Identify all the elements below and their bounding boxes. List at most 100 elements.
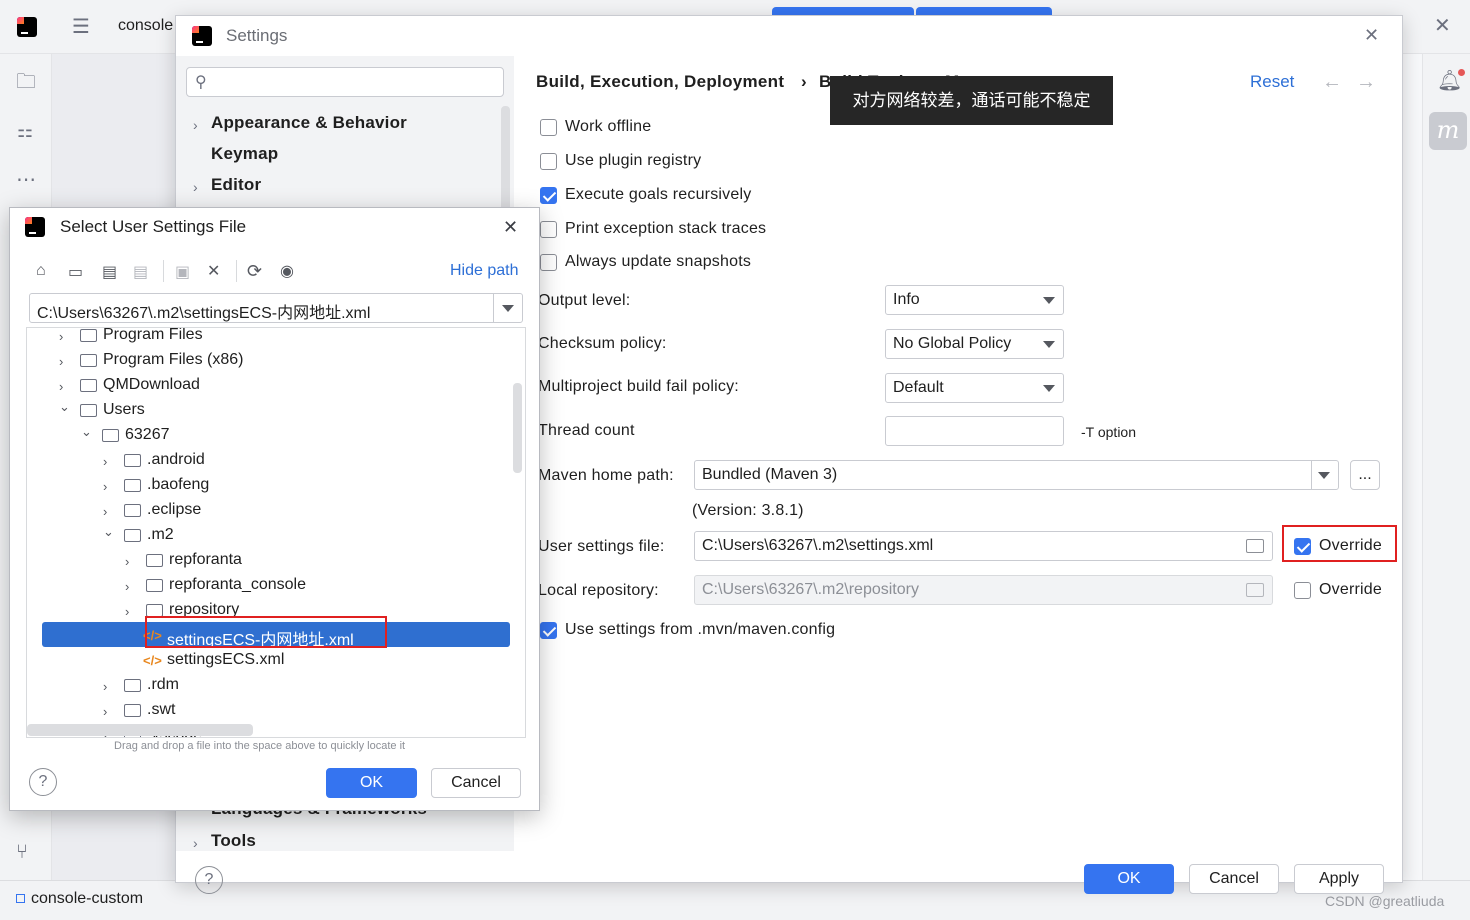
always-update-label[interactable]: Always update snapshots [565, 253, 751, 271]
fail-policy-select[interactable]: Default [885, 373, 1064, 403]
file-tree[interactable]: › Program Files › Program Files (x86) › QMDow… [26, 327, 526, 738]
maven-home-value: Bundled (Maven 3) [702, 466, 838, 483]
chevron-right-icon[interactable]: › [59, 329, 63, 344]
folder-row[interactable]: › Program Files (x86) [27, 348, 507, 373]
chevron-right-icon[interactable]: › [103, 454, 107, 469]
search-icon: ⚲ [195, 74, 207, 91]
folder-row[interactable]: › .baofeng [27, 473, 507, 498]
maven-panel-icon[interactable]: m [1429, 112, 1467, 150]
chevron-down-icon[interactable]: ⌄ [59, 399, 70, 415]
chevron-right-icon[interactable]: › [59, 354, 63, 369]
maven-home-browse-button[interactable]: ... [1350, 460, 1380, 490]
project-folder-icon[interactable]: 🗀 [16, 72, 36, 92]
nav-appearance[interactable]: Appearance & Behavior [211, 113, 407, 133]
project-dir-icon[interactable]: ▤ [102, 262, 117, 282]
plugin-registry-checkbox[interactable] [540, 153, 557, 170]
maven-home-label: Maven home path: [538, 467, 674, 484]
folder-row[interactable]: › .android [27, 448, 507, 473]
chevron-right-icon[interactable]: › [193, 117, 198, 133]
folder-row[interactable]: › .swt [27, 698, 507, 723]
maven-home-select[interactable]: Bundled (Maven 3) [694, 460, 1339, 490]
chevron-right-icon[interactable]: › [59, 379, 63, 394]
folder-row[interactable]: › .rdm [27, 673, 507, 698]
print-exception-checkbox[interactable] [540, 221, 557, 238]
reset-link[interactable]: Reset [1250, 72, 1294, 92]
work-offline-label[interactable]: Work offline [565, 118, 651, 136]
chooser-help-icon[interactable]: ? [29, 768, 57, 796]
hide-path-link[interactable]: Hide path [450, 262, 519, 280]
settings-close-icon[interactable]: ✕ [1364, 25, 1379, 45]
user-settings-input[interactable]: C:\Users\63267\.m2\settings.xml [694, 531, 1273, 561]
nav-keymap[interactable]: Keymap [211, 144, 278, 164]
folder-row[interactable]: ⌄ .m2 [27, 523, 507, 548]
mvn-config-label[interactable]: Use settings from .mvn/maven.config [565, 621, 835, 639]
user-settings-override-label[interactable]: Override [1319, 537, 1382, 555]
settings-ok-button[interactable]: OK [1084, 864, 1174, 894]
chevron-down-icon[interactable]: ⌄ [103, 524, 114, 540]
chevron-right-icon[interactable]: › [103, 504, 107, 519]
main-menu-icon[interactable]: ☰ [72, 17, 90, 37]
execute-goals-checkbox[interactable] [540, 187, 557, 204]
folder-row[interactable]: › QMDownload [27, 373, 507, 398]
plugin-registry-label[interactable]: Use plugin registry [565, 152, 701, 170]
checksum-policy-select[interactable]: No Global Policy [885, 329, 1064, 359]
folder-row[interactable]: ⌄ Users [27, 398, 507, 423]
help-icon[interactable]: ? [195, 866, 223, 894]
chevron-right-icon[interactable]: › [125, 554, 129, 569]
execute-goals-label[interactable]: Execute goals recursively [565, 186, 751, 204]
new-folder-icon[interactable]: ▣ [175, 262, 190, 282]
delete-icon[interactable]: ✕ [207, 261, 220, 281]
window-close-icon[interactable]: ✕ [1434, 16, 1451, 36]
print-exception-label[interactable]: Print exception stack traces [565, 220, 766, 238]
folder-icon[interactable] [1246, 539, 1264, 553]
git-branch-icon[interactable]: ⑂ [16, 842, 28, 862]
module-dir-icon[interactable]: ▤ [133, 262, 148, 282]
home-icon[interactable]: ⌂ [36, 262, 46, 280]
status-project-label[interactable]: console-custom [31, 890, 143, 908]
folder-row[interactable]: ⌄ 63267 [27, 423, 507, 448]
chooser-ok-button[interactable]: OK [326, 768, 417, 798]
settings-cancel-button[interactable]: Cancel [1189, 864, 1279, 894]
chevron-right-icon[interactable]: › [193, 835, 198, 851]
more-tools-icon[interactable]: ⋯ [16, 170, 36, 190]
chevron-right-icon[interactable]: › [193, 179, 198, 195]
settings-apply-button[interactable]: Apply [1294, 864, 1384, 894]
user-settings-override-checkbox[interactable] [1294, 538, 1311, 555]
folder-icon [80, 379, 97, 392]
work-offline-checkbox[interactable] [540, 119, 557, 136]
toolbar-separator [236, 260, 237, 282]
chooser-cancel-button[interactable]: Cancel [431, 768, 521, 798]
project-label[interactable]: console [118, 17, 173, 35]
forward-icon[interactable]: → [1356, 72, 1376, 92]
mvn-config-checkbox[interactable] [540, 622, 557, 639]
desktop-icon[interactable]: ▭ [68, 262, 83, 282]
back-icon[interactable]: ← [1322, 72, 1342, 92]
chevron-right-icon[interactable]: › [125, 604, 129, 619]
structure-icon[interactable]: ⚏ [17, 121, 33, 141]
refresh-icon[interactable]: ⟳ [247, 261, 262, 282]
path-input[interactable]: C:\Users\63267\.m2\settingsECS-内网地址.xml [29, 293, 523, 323]
chevron-right-icon[interactable]: › [103, 679, 107, 694]
local-repo-override-checkbox[interactable] [1294, 582, 1311, 599]
tree-h-scrollbar[interactable] [27, 724, 253, 736]
chevron-right-icon[interactable]: › [103, 704, 107, 719]
nav-tools[interactable]: Tools [211, 831, 256, 851]
folder-row[interactable]: › repforanta [27, 548, 507, 573]
always-update-checkbox[interactable] [540, 254, 557, 271]
chevron-right-icon[interactable]: › [125, 579, 129, 594]
tree-scrollbar[interactable] [513, 383, 522, 473]
chevron-down-icon[interactable]: ⌄ [81, 424, 92, 440]
folder-row[interactable]: › .eclipse [27, 498, 507, 523]
chevron-down-icon[interactable] [502, 305, 514, 312]
local-repo-override-label[interactable]: Override [1319, 581, 1382, 599]
show-hidden-icon[interactable]: ◉ [280, 261, 294, 281]
folder-row[interactable]: › repforanta_console [27, 573, 507, 598]
output-level-select[interactable]: Info [885, 285, 1064, 315]
chooser-close-icon[interactable]: ✕ [503, 217, 518, 237]
settings-search-input[interactable]: ⚲ [186, 67, 504, 97]
file-row[interactable]: </> settingsECS.xml [27, 648, 507, 673]
thread-count-input[interactable] [885, 416, 1064, 446]
folder-row[interactable]: › Program Files [27, 328, 507, 348]
nav-editor[interactable]: Editor [211, 175, 261, 195]
chevron-right-icon[interactable]: › [103, 479, 107, 494]
